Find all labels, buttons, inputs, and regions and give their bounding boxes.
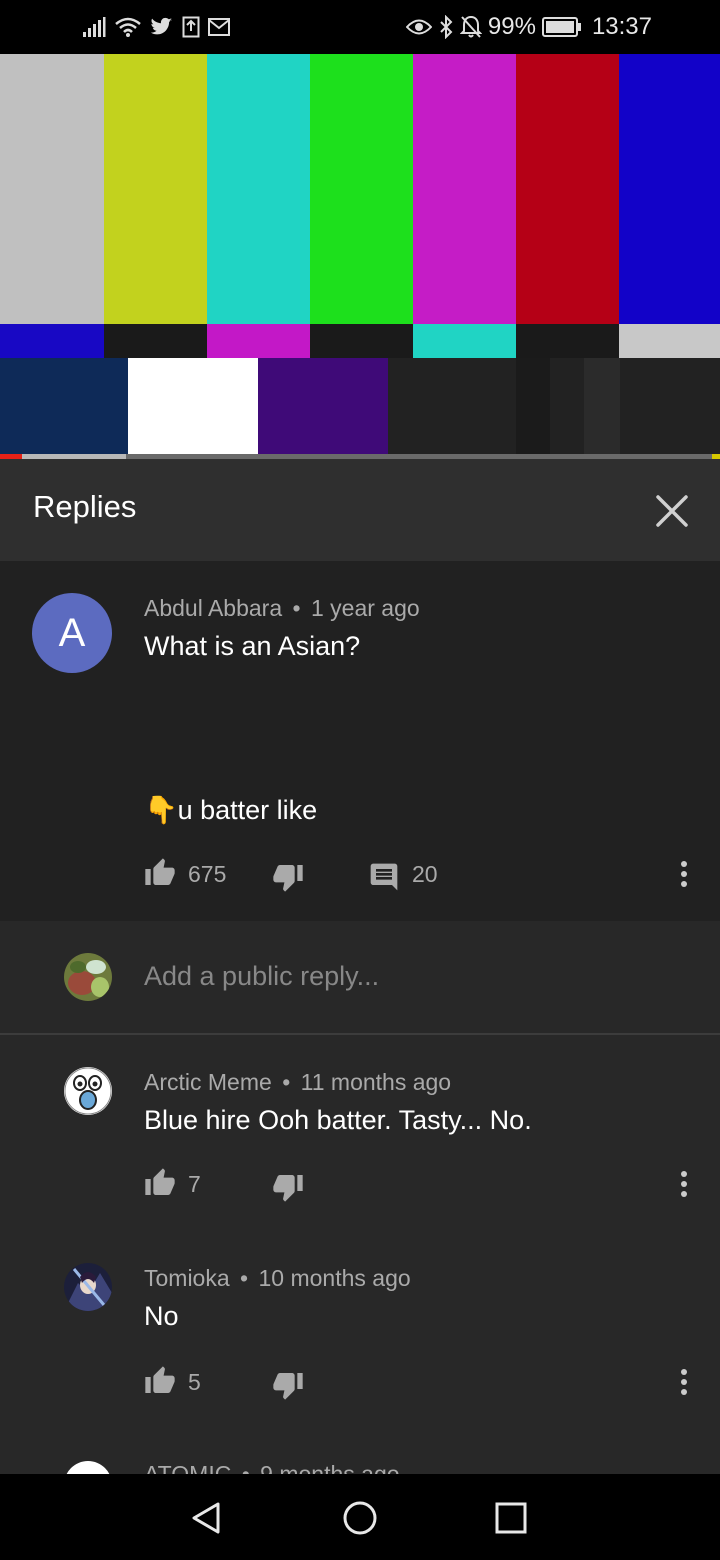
- comment-author[interactable]: Arctic Meme: [144, 1069, 272, 1095]
- like-count: 7: [188, 1171, 201, 1197]
- more-vert-icon[interactable]: [674, 1367, 694, 1397]
- meta-separator: •: [240, 1265, 249, 1291]
- replies-header: Replies: [0, 459, 720, 561]
- comment-age: 1 year ago: [310, 595, 420, 621]
- signal-icon: [83, 17, 106, 37]
- comment-text-line2: 👇u batter like: [144, 795, 318, 825]
- back-icon[interactable]: [188, 1500, 224, 1536]
- like-count: 675: [188, 861, 227, 887]
- reply-item: Tomioka • 10 months ago No 5: [0, 1233, 720, 1433]
- twitter-icon: [150, 17, 172, 35]
- reply-avatar[interactable]: [64, 1067, 112, 1115]
- user-avatar: [64, 953, 112, 1001]
- gmail-icon: [208, 18, 230, 36]
- home-icon[interactable]: [342, 1500, 378, 1536]
- comment-actions: 5: [144, 1365, 704, 1405]
- reply-input[interactable]: [144, 961, 644, 992]
- comment-meta: Abdul Abbara • 1 year ago: [144, 595, 420, 622]
- meta-separator: •: [292, 595, 301, 621]
- avatar[interactable]: A: [32, 593, 112, 673]
- meta-separator: •: [282, 1069, 291, 1095]
- status-right-icons: 99% 13:37: [405, 12, 652, 42]
- battery-icon: [541, 17, 581, 37]
- meta-separator: •: [241, 1461, 250, 1474]
- comment-text: No: [144, 1301, 179, 1331]
- parent-comment: A Abdul Abbara • 1 year ago What is an A…: [0, 561, 720, 921]
- replies-panel: Replies A Abdul Abbara • 1 year ago What…: [0, 459, 720, 1474]
- thumbs-up-icon[interactable]: [144, 857, 176, 889]
- more-vert-icon[interactable]: [674, 859, 694, 889]
- thumbs-down-icon[interactable]: [272, 861, 304, 893]
- video-player[interactable]: [0, 54, 720, 459]
- comment-text-line1: What is an Asian?: [144, 631, 361, 661]
- bluetooth-icon: [440, 15, 453, 39]
- comment-age: 10 months ago: [258, 1265, 411, 1291]
- reply-count: 20: [412, 861, 438, 887]
- eye-icon: [405, 19, 432, 35]
- comment-meta: ATOMIC • 9 months ago: [144, 1461, 400, 1474]
- battery-percent: 99%: [487, 13, 536, 40]
- more-vert-icon[interactable]: [674, 1169, 694, 1199]
- recents-icon[interactable]: [494, 1501, 528, 1535]
- reply-icon[interactable]: [368, 861, 400, 893]
- comment-actions: 675 20: [144, 857, 704, 897]
- reply-avatar[interactable]: [64, 1461, 112, 1474]
- comment-age: 9 months ago: [260, 1461, 400, 1474]
- clock: 13:37: [591, 13, 652, 40]
- thumbs-up-icon[interactable]: [144, 1365, 176, 1397]
- comment-author[interactable]: Tomioka: [144, 1265, 230, 1291]
- mute-icon: [459, 15, 482, 38]
- add-reply-row: [0, 921, 720, 1035]
- status-left-icons: [82, 12, 230, 42]
- thumbs-down-icon[interactable]: [272, 1171, 304, 1203]
- comment-meta: Arctic Meme • 11 months ago: [144, 1069, 451, 1096]
- thumbs-down-icon[interactable]: [272, 1369, 304, 1401]
- comment-meta: Tomioka • 10 months ago: [144, 1265, 411, 1292]
- thumbs-up-icon[interactable]: [144, 1167, 176, 1199]
- comment-text: Blue hire Ooh batter. Tasty... No.: [144, 1105, 532, 1135]
- like-count: 5: [188, 1369, 201, 1395]
- reply-avatar[interactable]: [64, 1263, 112, 1311]
- comment-author[interactable]: ATOMIC: [144, 1461, 231, 1474]
- reply-item: Arctic Meme • 11 months ago Blue hire Oo…: [0, 1035, 720, 1235]
- system-nav-bar: [0, 1474, 720, 1560]
- comment-actions: 7: [144, 1167, 704, 1207]
- status-bar: 99% 13:37: [0, 0, 720, 54]
- upload-icon: [182, 16, 200, 38]
- comment-author[interactable]: Abdul Abbara: [144, 595, 282, 621]
- reply-item: ATOMIC • 9 months ago: [0, 1455, 720, 1474]
- close-icon[interactable]: [652, 491, 692, 531]
- comment-age: 11 months ago: [300, 1069, 452, 1095]
- replies-title: Replies: [33, 489, 137, 524]
- wifi-icon: [115, 17, 141, 37]
